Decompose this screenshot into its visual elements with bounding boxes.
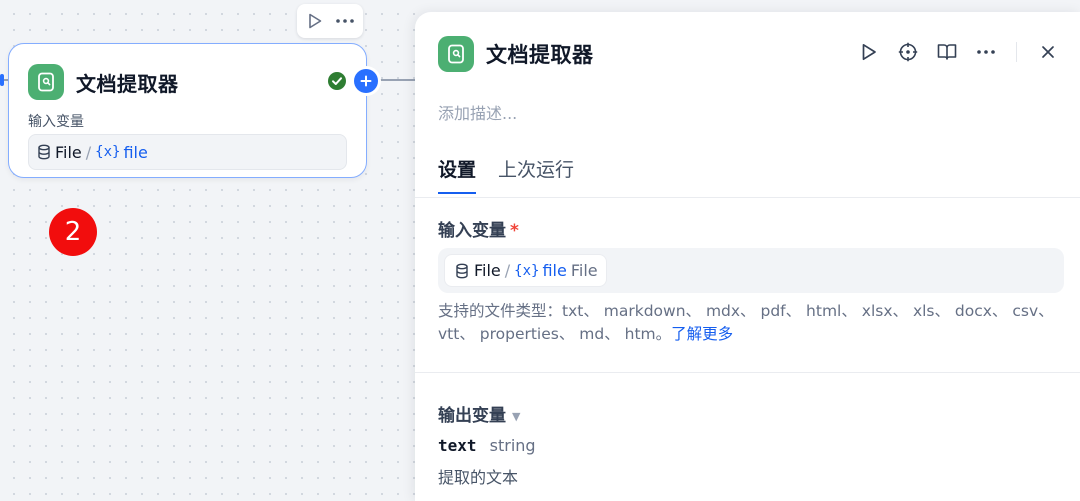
- required-mark: *: [510, 221, 519, 241]
- chip-separator: /: [504, 261, 511, 280]
- output-variable: text string: [438, 436, 536, 455]
- variable-icon: {x}: [514, 262, 540, 279]
- output-var-description: 提取的文本: [438, 468, 519, 487]
- doc-extractor-icon: [28, 64, 64, 100]
- outgoing-edge: [378, 79, 418, 81]
- doc-extractor-icon: [438, 36, 474, 72]
- hint-text: 支持的文件类型：txt、 markdown、 mdx、 pdf、 html、 x…: [438, 302, 1054, 343]
- node-title: 文档提取器: [76, 71, 179, 96]
- database-icon: [455, 263, 469, 279]
- run-icon[interactable]: [857, 40, 881, 64]
- book-icon[interactable]: [935, 40, 959, 64]
- variable-icon: {x}: [95, 144, 121, 160]
- close-icon[interactable]: [1036, 40, 1060, 64]
- output-var-type: string: [489, 436, 536, 455]
- node-input-variable[interactable]: File / {x} file: [28, 134, 347, 170]
- doc-extractor-node[interactable]: 文档提取器 输入变量 File / {x} file: [8, 43, 378, 178]
- input-label-text: 输入变量: [438, 221, 506, 241]
- node-header: 文档提取器: [28, 64, 179, 100]
- actions-divider: [1016, 42, 1017, 62]
- learn-more-link[interactable]: 了解更多: [671, 325, 733, 343]
- database-icon: [37, 144, 51, 160]
- tab-last-run[interactable]: 上次运行: [498, 155, 574, 194]
- description-input[interactable]: 添加描述...: [438, 100, 517, 124]
- output-label-text: 输出变量: [438, 406, 506, 426]
- chip-name: file: [542, 261, 567, 280]
- output-var-name: text: [438, 436, 477, 455]
- tabs-divider: [415, 197, 1080, 198]
- panel-actions: [842, 40, 1060, 64]
- output-section-header[interactable]: 输出变量 ▼: [438, 401, 520, 426]
- panel-tabs: 设置 上次运行: [438, 155, 596, 194]
- panel-header: 文档提取器: [438, 36, 594, 72]
- run-node-icon[interactable]: [304, 10, 326, 32]
- input-section-label: 输入变量 *: [438, 216, 519, 241]
- plus-icon: [360, 75, 372, 87]
- chip-source: File: [474, 261, 501, 280]
- section-divider: [415, 372, 1080, 373]
- input-variable-field[interactable]: File / {x} file File: [438, 248, 1064, 293]
- var-separator: /: [85, 142, 92, 162]
- var-name: file: [123, 142, 148, 162]
- add-next-node-button[interactable]: [354, 69, 378, 93]
- var-source: File: [55, 142, 82, 162]
- caret-down-icon: ▼: [512, 409, 521, 423]
- node-toolbar: [297, 4, 363, 38]
- incoming-handle[interactable]: [0, 74, 4, 86]
- node-input-label: 输入变量: [28, 114, 84, 130]
- node-settings-panel: 文档提取器 添加描述... 设置 上次运行 输入变量 * File / {x} …: [415, 12, 1080, 501]
- more-icon[interactable]: [334, 10, 356, 32]
- locate-icon[interactable]: [896, 40, 920, 64]
- supported-types-hint: 支持的文件类型：txt、 markdown、 mdx、 pdf、 html、 x…: [438, 300, 1063, 346]
- panel-title[interactable]: 文档提取器: [486, 39, 594, 69]
- tab-settings[interactable]: 设置: [438, 155, 477, 194]
- chip-type: File: [570, 261, 598, 280]
- more-icon[interactable]: [974, 40, 998, 64]
- step-badge: 2: [49, 208, 97, 256]
- success-check-icon: [328, 72, 346, 90]
- variable-chip[interactable]: File / {x} file File: [444, 254, 607, 287]
